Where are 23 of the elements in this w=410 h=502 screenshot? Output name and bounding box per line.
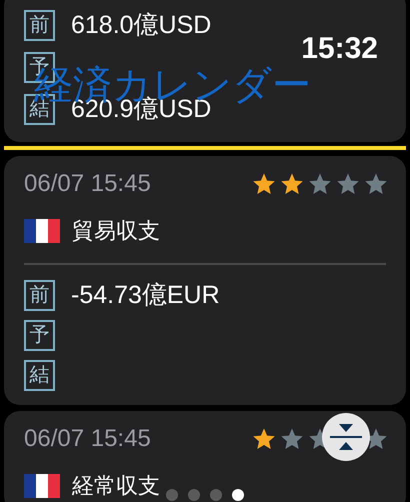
event-card[interactable]: 06/07 15:45 経常収支 <box>4 411 406 502</box>
event-card[interactable]: 06/07 15:45 貿易収支 前 -54.73億EUR 予 結 <box>4 156 406 405</box>
event-time: 06/07 15:45 <box>24 172 151 196</box>
star-icon <box>364 172 388 196</box>
collapse-icon <box>329 422 363 452</box>
row-label: 結 <box>24 360 55 390</box>
clock: 15:32 <box>301 34 378 64</box>
flag-icon <box>24 219 60 243</box>
star-icon <box>308 172 332 196</box>
flag-icon <box>24 474 60 498</box>
event-time: 06/07 15:45 <box>24 427 151 451</box>
star-icon <box>252 427 276 451</box>
row-label: 前 <box>24 10 55 40</box>
event-name: 経常収支 <box>72 475 160 497</box>
event-name: 貿易収支 <box>72 220 160 242</box>
value-text: 618.0億USD <box>71 12 212 38</box>
row-label: 予 <box>24 320 55 350</box>
row-label: 前 <box>24 280 55 310</box>
star-icon <box>280 172 304 196</box>
star-icon <box>252 172 276 196</box>
star-icon <box>336 172 360 196</box>
value-text: -54.73億EUR <box>71 282 220 308</box>
star-icon <box>280 427 304 451</box>
